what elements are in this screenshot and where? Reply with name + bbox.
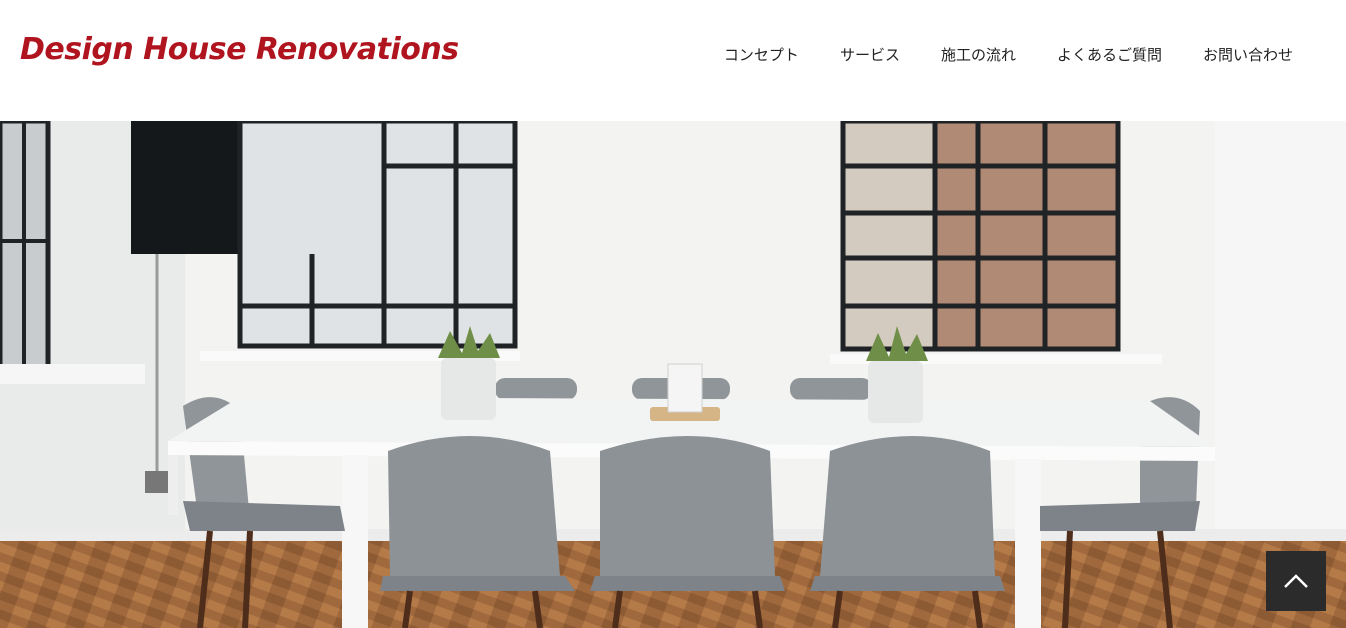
scroll-to-top-button[interactable] — [1266, 551, 1326, 611]
site-header: Design House Renovations コンセプト サービス 施工の流… — [0, 0, 1346, 121]
main-nav: コンセプト サービス 施工の流れ よくあるご質問 お問い合わせ — [724, 44, 1293, 65]
nav-item-service[interactable]: サービス — [840, 44, 900, 65]
nav-item-concept[interactable]: コンセプト — [724, 44, 799, 65]
nav-item-contact[interactable]: お問い合わせ — [1203, 44, 1293, 65]
nav-item-process[interactable]: 施工の流れ — [941, 44, 1016, 65]
site-logo[interactable]: Design House Renovations — [20, 32, 459, 67]
hero-image — [0, 121, 1346, 628]
chevron-up-icon — [1284, 574, 1308, 588]
nav-item-faq[interactable]: よくあるご質問 — [1057, 44, 1162, 65]
